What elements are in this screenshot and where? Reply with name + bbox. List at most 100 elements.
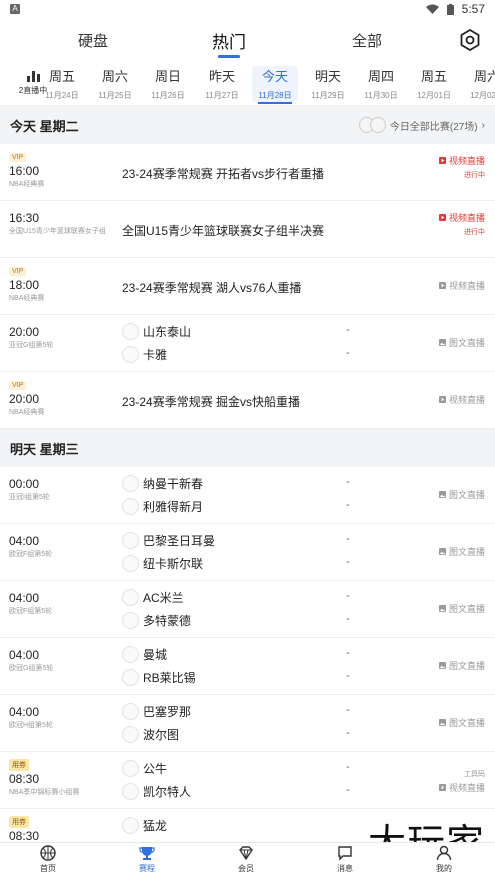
tabbar-messages[interactable]: 消息 (320, 845, 370, 874)
away-score: - (346, 347, 350, 359)
video-play-icon (438, 784, 446, 791)
diamond-icon (239, 846, 253, 861)
away-team-name: RB莱比锡 (143, 671, 196, 685)
league-name: 全国U15青少年篮球联赛女子组 (9, 228, 106, 235)
match-row[interactable]: 04:00 欧冠F组第5轮 AC米兰 多特蒙德 - - 图文直播 (0, 581, 495, 638)
home-team-name: 巴黎圣日耳曼 (143, 534, 216, 548)
match-row[interactable]: VIP 18:00 NBA经典赛 23-24赛季常规赛 湖人vs76人重播 视频直播 (0, 258, 495, 315)
broadcast-status[interactable]: 工具码 视频直播 (438, 769, 485, 794)
all-matches-link[interactable]: 今日全部比赛(27场) › (358, 117, 485, 133)
broadcast-type: 视频直播 (448, 213, 485, 223)
status-subtext: 进行中 (464, 229, 485, 236)
broadcast-status[interactable]: 视频直播 (438, 279, 485, 292)
away-team: 多特蒙德 (122, 612, 191, 629)
date-tab[interactable]: 周五 12月01日 (411, 66, 457, 103)
broadcast-status[interactable]: 图文直播 (438, 336, 485, 349)
date-tab[interactable]: 昨天 11月27日 (199, 66, 245, 103)
home-score: - (346, 533, 350, 545)
broadcast-status[interactable]: 图文直播 (438, 488, 485, 501)
match-row[interactable]: 16:30 全国U15青少年篮球联赛女子组 全国U15青少年篮球联赛女子组半决赛 视频… (0, 201, 495, 258)
wifi-icon (425, 4, 439, 14)
image-text-icon (438, 339, 446, 346)
match-row[interactable]: VIP 16:00 NBA经典赛 23-24赛季常规赛 开拓者vs步行者重播 视频直播进… (0, 144, 495, 201)
tab-all[interactable]: 全部 (352, 30, 382, 51)
settings-icon[interactable] (459, 29, 481, 51)
home-team-name: AC米兰 (143, 591, 184, 605)
day-section-title: 明天 星期三 (10, 441, 79, 457)
match-time: 00:00 (9, 477, 40, 491)
away-team: 凯尔特人 (122, 783, 191, 800)
broadcast-status[interactable]: 视频直播 进行中 (438, 154, 485, 180)
match-row[interactable]: 20:00 亚冠G组第5轮 山东泰山 卡雅 - - 图文直播 (0, 315, 495, 372)
away-score: - (346, 613, 350, 625)
day-section-header: 今天 星期二 今日全部比赛(27场) › (0, 106, 495, 144)
date-tab[interactable]: 周六 12月02日 (464, 66, 495, 103)
team-logo (122, 669, 139, 686)
match-time: 04:00 (9, 534, 40, 548)
active-tab-indicator (218, 55, 240, 58)
broadcast-status[interactable]: 视频直播进行中 (438, 211, 485, 237)
broadcast-status[interactable]: 视频直播 (438, 393, 485, 406)
image-text-icon (438, 491, 446, 498)
away-team-name: 多特蒙德 (143, 614, 192, 628)
broadcast-status[interactable]: 图文直播 (438, 716, 485, 729)
date-tab[interactable]: 周日 11月26日 (145, 66, 191, 103)
match-title: 23-24赛季常规赛 掘金vs快船重播 (122, 395, 301, 409)
league-name: NBA季中锦标赛小组赛 (9, 789, 80, 796)
coupon-badge: 用券 (9, 759, 29, 771)
image-text-icon (438, 605, 446, 612)
broadcast-type: 图文直播 (448, 604, 485, 614)
vip-badge: VIP (9, 381, 27, 390)
date-tab[interactable]: 明天 11月29日 (305, 66, 351, 103)
date-tab[interactable]: 今天 11月28日 (252, 66, 298, 104)
away-team-name: 利雅得新月 (143, 500, 204, 514)
date-tab-date: 12月01日 (417, 91, 451, 100)
date-tab[interactable]: 周四 11月30日 (358, 66, 404, 103)
match-row[interactable]: 00:00 亚冠I组第5轮 纳曼干新春 利雅得新月 - - 图文直播 (0, 467, 495, 524)
match-title: 23-24赛季常规赛 开拓者vs步行者重播 (122, 167, 325, 181)
broadcast-status[interactable]: 图文直播 (438, 659, 485, 672)
notification-icon: A (10, 4, 20, 14)
day-section-title: 今天 星期二 (10, 118, 79, 134)
trophy-icon (139, 847, 155, 860)
team-logo (122, 498, 139, 515)
home-score: - (346, 476, 350, 488)
team-logo (122, 475, 139, 492)
date-tab-weekday: 明天 (314, 69, 341, 84)
date-tab[interactable]: 周五 11月24日 (39, 66, 85, 103)
tab-hot[interactable]: 热门 (212, 28, 246, 53)
match-time: 20:00 (9, 325, 40, 339)
date-tab-date: 11月24日 (45, 91, 79, 100)
broadcast-type: 图文直播 (448, 338, 485, 348)
broadcast-type: 视频直播 (448, 395, 485, 405)
tabbar-profile[interactable]: 我的 (419, 845, 469, 874)
match-time: 20:00 (9, 392, 40, 406)
match-row[interactable]: VIP 20:00 NBA经典赛 23-24赛季常规赛 掘金vs快船重播 视频直播 (0, 372, 495, 429)
tabbar-vip[interactable]: 会员 (221, 845, 271, 874)
match-row[interactable]: 04:00 欧冠H组第5轮 巴塞罗那 波尔图 - - 图文直播 (0, 695, 495, 752)
broadcast-type: 图文直播 (448, 490, 485, 500)
broadcast-status[interactable]: 图文直播 (438, 545, 485, 558)
tabbar-schedule[interactable]: 赛程 (122, 845, 172, 874)
video-play-icon (438, 396, 446, 403)
tab-hard-disk[interactable]: 硬盘 (78, 30, 108, 51)
match-row[interactable]: 04:00 欧冠F组第5轮 巴黎圣日耳曼 纽卡斯尔联 - - 图文直播 (0, 524, 495, 581)
home-score: - (346, 704, 350, 716)
broadcast-status[interactable]: 图文直播 (438, 602, 485, 615)
all-matches-label: 今日全部比赛(27场) (389, 121, 478, 133)
away-team-name: 纽卡斯尔联 (143, 557, 204, 571)
team-logo (122, 589, 139, 606)
battery-icon (446, 3, 454, 15)
home-team: 纳曼干新春 (122, 475, 203, 492)
tabbar-home[interactable]: 首页 (23, 845, 73, 874)
top-navigation: 硬盘 热门 全部 (0, 18, 495, 62)
date-tab-weekday: 周六 (473, 69, 495, 84)
team-logo (122, 783, 139, 800)
tabbar-profile-label: 我的 (436, 864, 452, 873)
video-play-icon (438, 214, 446, 221)
date-tab[interactable]: 周六 11月25日 (92, 66, 138, 103)
match-row[interactable]: 用券 08:30 NBA季中锦标赛小组赛 公牛 凯尔特人 - - 工具码 视频直播 (0, 752, 495, 809)
match-title: 23-24赛季常规赛 湖人vs76人重播 (122, 281, 302, 295)
coins-icon (358, 117, 386, 133)
match-row[interactable]: 04:00 欧冠G组第5轮 曼城 RB莱比锡 - - 图文直播 (0, 638, 495, 695)
